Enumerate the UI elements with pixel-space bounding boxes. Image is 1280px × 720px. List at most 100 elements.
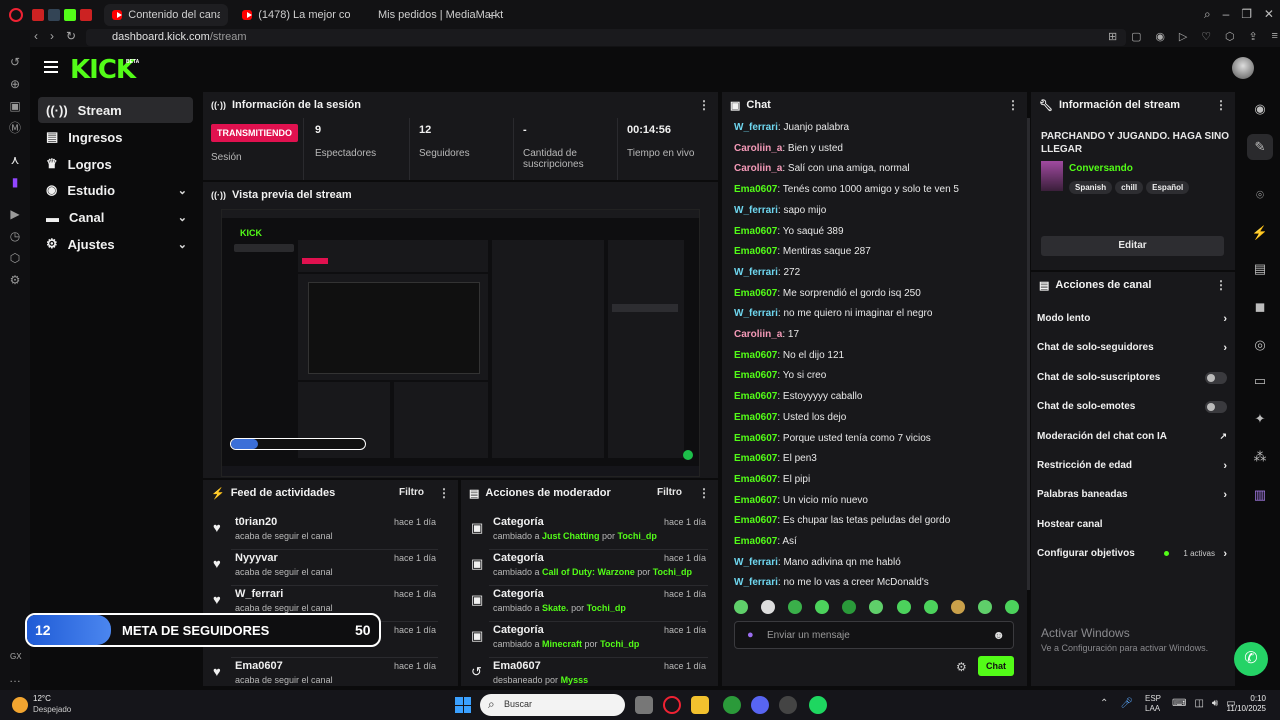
extension-icons[interactable]: ⊞ ▢ ◉ ▷ ♡ ⬡ ⇪ ≡ bbox=[1108, 30, 1278, 43]
more-options-icon[interactable]: ⋮ bbox=[1215, 278, 1227, 292]
gx-corner-icon[interactable]: ⊕ bbox=[7, 76, 23, 92]
list-item[interactable]: ↺ Ema0607 desbaneado por Mysss hace 1 día bbox=[461, 658, 718, 686]
kick-icon[interactable]: ⋏ bbox=[7, 152, 23, 168]
clock-icon[interactable]: ◷ bbox=[7, 228, 23, 244]
broadcast-icon[interactable]: ◉ bbox=[1247, 96, 1273, 122]
instagram-icon[interactable]: ▣ bbox=[7, 98, 23, 114]
mic-icon[interactable]: ● bbox=[747, 629, 754, 641]
list-item[interactable]: ▣ Categoría cambiado a Minecraft por Tochi… bbox=[461, 622, 718, 658]
list-item[interactable]: ▣ Categoría cambiado a Call of Duty: Warzo… bbox=[461, 550, 718, 586]
edit-button[interactable]: Editar bbox=[1041, 236, 1224, 256]
apps-icon[interactable]: ⁂ bbox=[1247, 444, 1273, 470]
note-icon[interactable]: ▤ bbox=[1247, 256, 1273, 282]
url-field[interactable]: dashboard.kick.com/stream bbox=[86, 29, 1126, 46]
list-item[interactable]: ▣ Categoría cambiado a Skate. por Tochi_dp… bbox=[461, 586, 718, 622]
list-item[interactable]: ♥ t0rian20 acaba de seguir el canal hace 1 … bbox=[203, 514, 448, 550]
sidebar-item-stream[interactable]: ((·)) Stream bbox=[38, 97, 193, 123]
bolt-icon[interactable]: ⚡ bbox=[1247, 220, 1273, 246]
tab-youtube-config[interactable]: (1478) La mejor configura bbox=[234, 4, 358, 26]
opera-gx-icon[interactable] bbox=[9, 8, 23, 22]
taskbar-search[interactable]: ⌕ Buscar bbox=[480, 694, 625, 716]
xbox-icon[interactable] bbox=[723, 696, 741, 714]
new-tab-button[interactable]: + bbox=[488, 7, 496, 23]
sidebar-item-ingresos[interactable]: ▤ Ingresos bbox=[38, 124, 193, 150]
tray-icons[interactable]: ⌃ 🎤︎ bbox=[1100, 698, 1133, 709]
wrench-icon[interactable]: ✦ bbox=[1247, 406, 1273, 432]
emote-bar[interactable] bbox=[734, 600, 1019, 616]
signal-icon[interactable]: ◎ bbox=[1247, 332, 1273, 358]
category-icon: ▣ bbox=[471, 628, 484, 643]
more-icon[interactable]: … bbox=[7, 670, 23, 686]
chat-settings-icon[interactable]: ⚙ bbox=[956, 660, 967, 674]
chat-message: W_ferrari: Juanjo palabra bbox=[734, 122, 850, 133]
history-icon[interactable]: ↺ bbox=[7, 54, 23, 70]
toggle-switch[interactable] bbox=[1205, 371, 1227, 384]
menu-icon[interactable] bbox=[44, 61, 58, 73]
activity-feed-panel: ⚡ Feed de actividades Filtro ⋮ ♥ t0rian20 a… bbox=[203, 480, 458, 686]
sidebar-item-estudio[interactable]: ◉ Estudio ⌄ bbox=[38, 177, 193, 203]
channel-action-item[interactable]: Restricción de edad › bbox=[1037, 460, 1227, 472]
category-name[interactable]: Conversando bbox=[1069, 163, 1133, 174]
explorer-icon[interactable] bbox=[691, 696, 709, 714]
channel-action-item[interactable]: Palabras baneadas › bbox=[1037, 489, 1227, 501]
more-options-icon[interactable]: ⋮ bbox=[1007, 98, 1019, 112]
tab-youtube-content[interactable]: Contenido del canal - You bbox=[104, 4, 228, 26]
channel-action-item[interactable]: Configurar objetivos 1 activas › bbox=[1037, 548, 1227, 560]
whatsapp-icon[interactable]: ✆ bbox=[1234, 642, 1268, 676]
discord-icon[interactable] bbox=[751, 696, 769, 714]
twitch-icon[interactable]: ▮ bbox=[7, 174, 23, 190]
list-item[interactable]: ▣ Categoría cambiado a Just Chatting por T… bbox=[461, 514, 718, 550]
list-item[interactable]: ♥ Ema0607 acaba de seguir el canal hace 1 d… bbox=[203, 658, 448, 686]
sidebar-item-ajustes[interactable]: ⚙ Ajustes ⌄ bbox=[38, 231, 193, 257]
taskview-icon[interactable] bbox=[635, 696, 653, 714]
nav-buttons[interactable]: ‹ › ↻ bbox=[34, 29, 76, 43]
extensions-icon[interactable]: ⬡ bbox=[7, 250, 23, 266]
messenger-icon[interactable]: Ⓜ bbox=[7, 120, 23, 136]
pinned-tab-icons[interactable] bbox=[32, 9, 100, 21]
channel-actions-panel: ▤ Acciones de canal ⋮ Modo lento › Chat de … bbox=[1031, 272, 1235, 686]
steam-icon[interactable] bbox=[779, 696, 797, 714]
more-options-icon[interactable]: ⋮ bbox=[438, 486, 450, 500]
channel-action-item[interactable]: Chat de solo-seguidores › bbox=[1037, 342, 1227, 354]
chat-bubble-icon[interactable]: ◼ bbox=[1247, 294, 1273, 320]
stream-info-panel: 🔧︎ Información del stream ⋮ PARCHANDO Y J… bbox=[1031, 92, 1235, 270]
chat-message: Caroliin_a: Salí con una amiga, normal bbox=[734, 163, 910, 175]
stats-icon[interactable]: ▥ bbox=[1247, 482, 1273, 508]
toggle-switch[interactable] bbox=[1205, 401, 1227, 414]
opera-gx-icon[interactable] bbox=[663, 696, 681, 714]
emoji-icon[interactable]: ☻ bbox=[992, 628, 1005, 642]
chat-send-button[interactable]: Chat bbox=[978, 656, 1014, 676]
window-controls[interactable]: ⌕ – ❐ ✕ bbox=[1204, 7, 1274, 22]
list-item[interactable]: ♥ Nyyyvar acaba de seguir el canal hace 1 d… bbox=[203, 550, 448, 586]
more-options-icon[interactable]: ⋮ bbox=[698, 98, 710, 112]
list-icon[interactable]: ▭ bbox=[1247, 368, 1273, 394]
tab-mediamarkt[interactable]: Mis pedidos | MediaMarkt bbox=[364, 4, 503, 26]
start-icon[interactable] bbox=[455, 697, 471, 713]
chat-input[interactable]: ● Enviar un mensaje ☻ bbox=[734, 621, 1014, 649]
sidebar-item-logros[interactable]: ♛ Logros bbox=[38, 151, 193, 177]
clock[interactable]: 0:10 11/10/2025 bbox=[1210, 694, 1266, 714]
pencil-icon[interactable]: ✎ bbox=[1247, 134, 1273, 160]
channel-action-item[interactable]: Hostear canal bbox=[1037, 519, 1227, 530]
more-options-icon[interactable]: ⋮ bbox=[1215, 98, 1227, 112]
chat-message: Ema0607: Tenés como 1000 amigo y solo te… bbox=[734, 184, 959, 196]
more-options-icon[interactable]: ⋮ bbox=[698, 486, 710, 500]
stream-preview-video[interactable]: KICK bbox=[221, 209, 700, 477]
channel-action-item[interactable]: Chat de solo-emotes bbox=[1037, 401, 1227, 414]
lang-indicator[interactable]: ESP LAA bbox=[1145, 694, 1161, 714]
avatar[interactable] bbox=[1232, 57, 1254, 79]
mod-filter-button[interactable]: Filtro bbox=[657, 487, 682, 498]
spotify-icon[interactable] bbox=[809, 696, 827, 714]
sidebar-item-canal[interactable]: ▬ Canal ⌄ bbox=[38, 204, 193, 230]
feed-filter-button[interactable]: Filtro bbox=[399, 487, 424, 498]
weather-icon[interactable] bbox=[12, 697, 28, 713]
camera-icon[interactable]: ⌾ bbox=[1247, 182, 1273, 208]
channel-action-item[interactable]: Chat de solo-suscriptores bbox=[1037, 371, 1227, 384]
channel-action-item[interactable]: Modo lento › bbox=[1037, 313, 1227, 325]
external-link-icon: ↗ bbox=[1219, 430, 1227, 441]
player-icon[interactable]: ▶ bbox=[7, 206, 23, 222]
chat-scrollbar[interactable] bbox=[1027, 118, 1030, 590]
channel-action-item[interactable]: Moderación del chat con IA ↗ bbox=[1037, 431, 1227, 442]
chat-header: ▣ Chat bbox=[730, 99, 771, 112]
settings-icon[interactable]: ⚙ bbox=[7, 272, 23, 288]
